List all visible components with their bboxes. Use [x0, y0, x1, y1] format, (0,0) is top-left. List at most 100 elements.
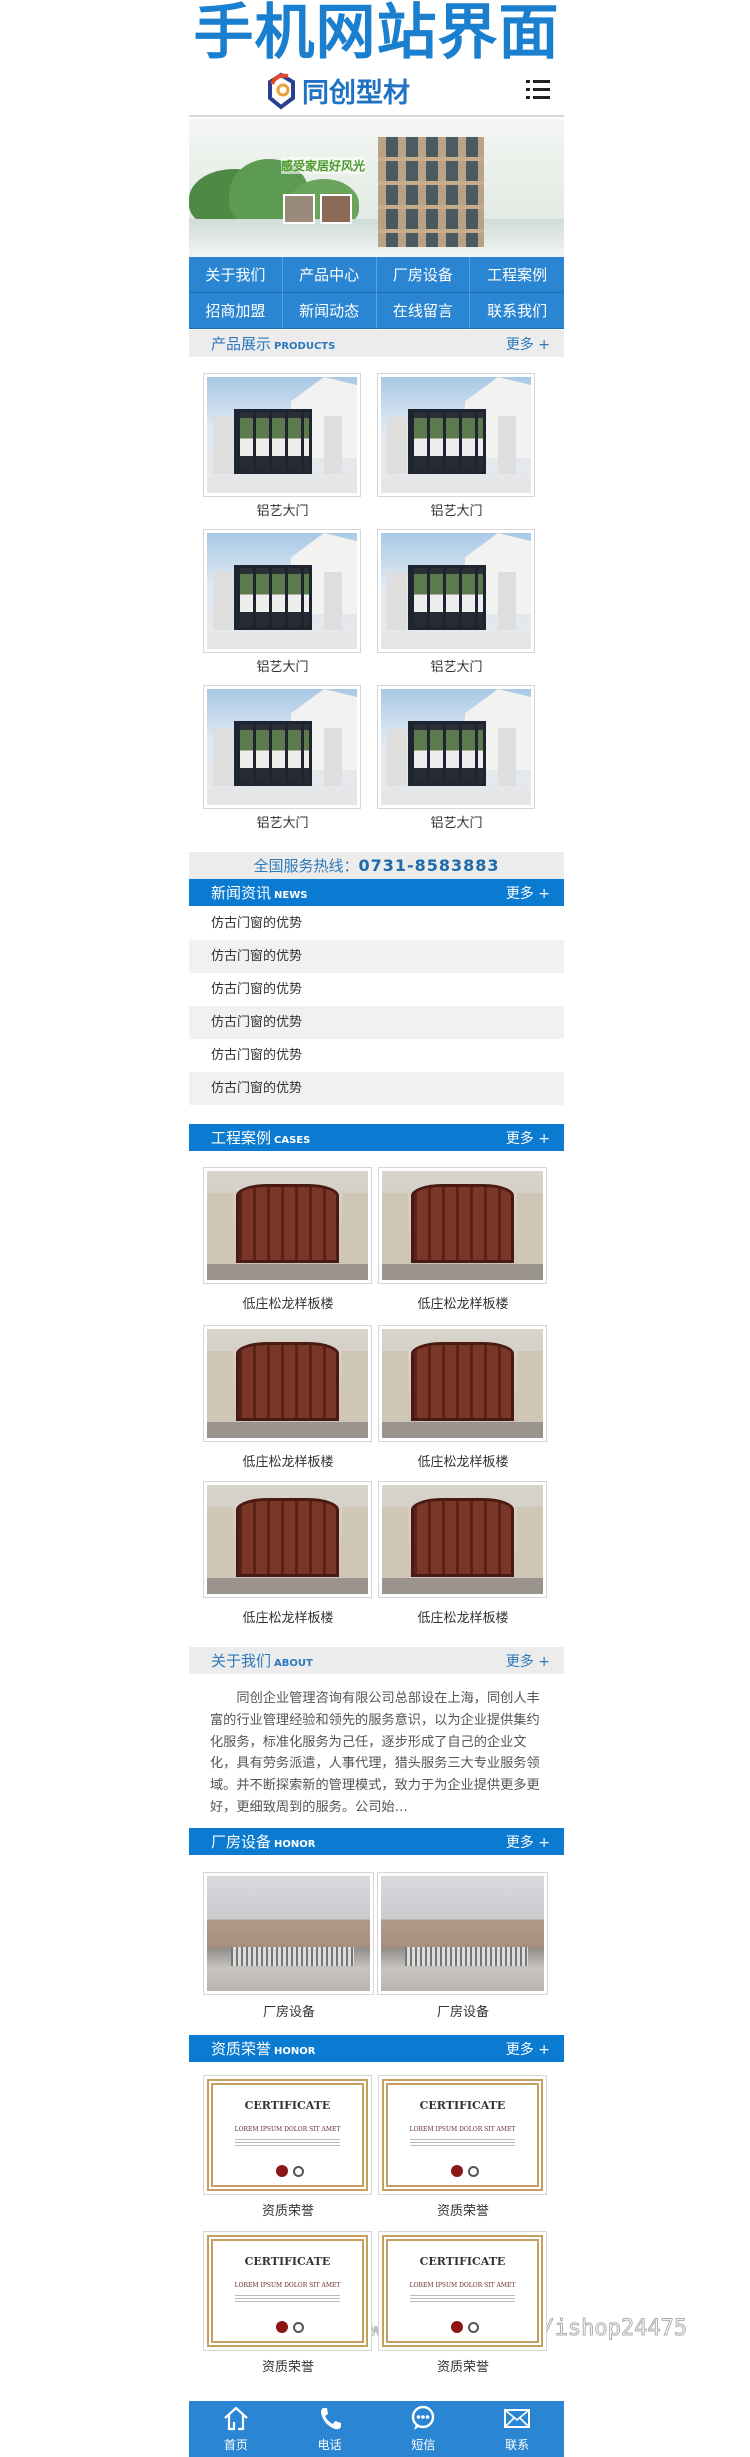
menu-list-icon[interactable] — [526, 80, 550, 100]
products-thumbnail[interactable] — [203, 529, 361, 653]
news-item[interactable]: 仿古门窗的优势 — [189, 1039, 564, 1072]
bottom-nav: 首页 电话 短信 联系 — [189, 2401, 564, 2457]
section-header-about: 关于我们 ABOUT 更多 + — [189, 1647, 564, 1674]
cases-thumbnail[interactable] — [378, 1481, 547, 1598]
products-caption[interactable]: 铝艺大门 — [369, 500, 544, 519]
hotline-number[interactable]: 0731-8583883 — [358, 856, 499, 875]
cases-caption[interactable]: 低庄松龙样板楼 — [376, 1607, 551, 1626]
bottom-nav-message[interactable]: 短信 — [377, 2401, 471, 2457]
cases-caption[interactable]: 低庄松龙样板楼 — [376, 1451, 551, 1470]
honor-thumbnail[interactable]: CERTIFICATE LOREM IPSUM DOLOR SIT AMET — [378, 2231, 547, 2351]
section-title-text: 资质荣誉 — [211, 2040, 272, 2058]
nav-item[interactable]: 产品中心 — [282, 257, 377, 293]
section-header-honor: 资质荣誉 HONOR 更多 + — [189, 2035, 564, 2062]
cases-caption[interactable]: 低庄松龙样板楼 — [201, 1607, 376, 1626]
bottom-nav-mail[interactable]: 联系 — [470, 2401, 564, 2457]
honor-image: CERTIFICATE LOREM IPSUM DOLOR SIT AMET — [382, 2235, 543, 2347]
factory-thumbnail[interactable] — [377, 1872, 548, 1995]
news-item[interactable]: 仿古门窗的优势 — [189, 973, 564, 1006]
factory-image — [381, 1876, 544, 1991]
cases-image — [382, 1329, 543, 1438]
more-link[interactable]: 更多 + — [506, 883, 550, 903]
cases-thumbnail[interactable] — [378, 1325, 547, 1442]
hero-banner[interactable]: 感受家居好风光 — [189, 119, 564, 257]
section-title-text: 产品展示 — [211, 335, 272, 353]
phone-icon — [316, 2405, 344, 2434]
cases-image — [382, 1485, 543, 1594]
cases-caption[interactable]: 低庄松龙样板楼 — [201, 1293, 376, 1312]
more-link[interactable]: 更多 + — [506, 1832, 550, 1852]
main-nav: 关于我们 产品中心 厂房设备 工程案例招商加盟 新闻动态 在线留言 联系我们 — [189, 257, 564, 329]
products-caption[interactable]: 铝艺大门 — [195, 500, 370, 519]
nav-item[interactable]: 工程案例 — [470, 257, 564, 293]
honor-image: CERTIFICATE LOREM IPSUM DOLOR SIT AMET — [207, 2235, 368, 2347]
factory-caption[interactable]: 厂房设备 — [376, 2001, 551, 2020]
about-text: 同创企业管理咨询有限公司总部设在上海，同创人丰富的行业管理经验和领先的服务意识，… — [210, 1691, 540, 1815]
section-title: 工程案例 CASES — [211, 1127, 310, 1148]
cases-caption[interactable]: 低庄松龙样板楼 — [376, 1293, 551, 1312]
cases-caption[interactable]: 低庄松龙样板楼 — [201, 1451, 376, 1470]
products-thumbnail[interactable] — [377, 685, 535, 809]
products-caption[interactable]: 铝艺大门 — [195, 812, 370, 831]
more-link[interactable]: 更多 + — [506, 334, 550, 354]
honor-thumbnail[interactable]: CERTIFICATE LOREM IPSUM DOLOR SIT AMET — [203, 2075, 372, 2195]
honor-caption[interactable]: 资质荣誉 — [201, 2200, 376, 2219]
factory-thumbnail[interactable] — [203, 1872, 374, 1995]
nav-item[interactable]: 招商加盟 — [189, 293, 283, 329]
honor-caption[interactable]: 资质荣誉 — [201, 2356, 376, 2375]
nav-item[interactable]: 在线留言 — [376, 293, 471, 329]
cert-heading: CERTIFICATE — [244, 2099, 331, 2112]
cert-line: LOREM IPSUM DOLOR SIT AMET — [409, 2126, 516, 2133]
cases-thumbnail[interactable] — [203, 1325, 372, 1442]
section-title-text: 工程案例 — [211, 1129, 272, 1147]
products-caption[interactable]: 铝艺大门 — [369, 656, 544, 675]
news-item[interactable]: 仿古门窗的优势 — [189, 940, 564, 973]
section-title-en: PRODUCTS — [274, 341, 336, 352]
nav-item[interactable]: 新闻动态 — [282, 293, 377, 329]
news-item[interactable]: 仿古门窗的优势 — [189, 907, 564, 940]
cert-line: LOREM IPSUM DOLOR SIT AMET — [234, 2126, 341, 2133]
products-caption[interactable]: 铝艺大门 — [369, 812, 544, 831]
news-item[interactable]: 仿古门窗的优势 — [189, 1006, 564, 1039]
section-title-en: HONOR — [274, 1839, 316, 1850]
home-icon — [222, 2405, 250, 2434]
factory-image — [207, 1876, 370, 1991]
section-title-text: 厂房设备 — [211, 1833, 272, 1851]
honor-caption[interactable]: 资质荣誉 — [376, 2200, 551, 2219]
honor-caption[interactable]: 资质荣誉 — [376, 2356, 551, 2375]
cases-thumbnail[interactable] — [378, 1167, 547, 1284]
section-title: 厂房设备 HONOR — [211, 1831, 315, 1852]
cases-thumbnail[interactable] — [203, 1167, 372, 1284]
products-thumbnail[interactable] — [203, 373, 361, 497]
products-thumbnail[interactable] — [203, 685, 361, 809]
products-thumbnail[interactable] — [377, 373, 535, 497]
cases-image — [382, 1171, 543, 1280]
news-item[interactable]: 仿古门窗的优势 — [189, 1072, 564, 1105]
promo-title: 手机网站界面 — [193, 0, 560, 68]
nav-item[interactable]: 关于我们 — [189, 257, 283, 293]
section-header-news: 新闻资讯 NEWS 更多 + — [189, 879, 564, 906]
cert-line: LOREM IPSUM DOLOR SIT AMET — [234, 2282, 341, 2289]
more-link[interactable]: 更多 + — [506, 1651, 550, 1671]
cert-heading: CERTIFICATE — [244, 2255, 331, 2268]
honor-thumbnail[interactable]: CERTIFICATE LOREM IPSUM DOLOR SIT AMET — [203, 2231, 372, 2351]
cases-thumbnail[interactable] — [203, 1481, 372, 1598]
logo[interactable]: 同创型材 — [264, 71, 410, 110]
section-title-en: ABOUT — [274, 1658, 313, 1669]
bottom-nav-label: 短信 — [411, 2438, 436, 2452]
products-thumbnail[interactable] — [377, 529, 535, 653]
more-link[interactable]: 更多 + — [506, 2039, 550, 2059]
factory-caption[interactable]: 厂房设备 — [202, 2001, 377, 2020]
cert-heading: CERTIFICATE — [419, 2255, 506, 2268]
section-title: 关于我们 ABOUT — [211, 1650, 313, 1671]
section-title-text: 关于我们 — [211, 1652, 272, 1670]
nav-item[interactable]: 联系我们 — [470, 293, 564, 329]
products-caption[interactable]: 铝艺大门 — [195, 656, 370, 675]
honor-thumbnail[interactable]: CERTIFICATE LOREM IPSUM DOLOR SIT AMET — [378, 2075, 547, 2195]
bottom-nav-home[interactable]: 首页 — [189, 2401, 283, 2457]
section-title-text: 新闻资讯 — [211, 884, 272, 902]
cases-image — [207, 1171, 368, 1280]
bottom-nav-phone[interactable]: 电话 — [283, 2401, 377, 2457]
nav-item[interactable]: 厂房设备 — [376, 257, 471, 293]
more-link[interactable]: 更多 + — [506, 1128, 550, 1148]
